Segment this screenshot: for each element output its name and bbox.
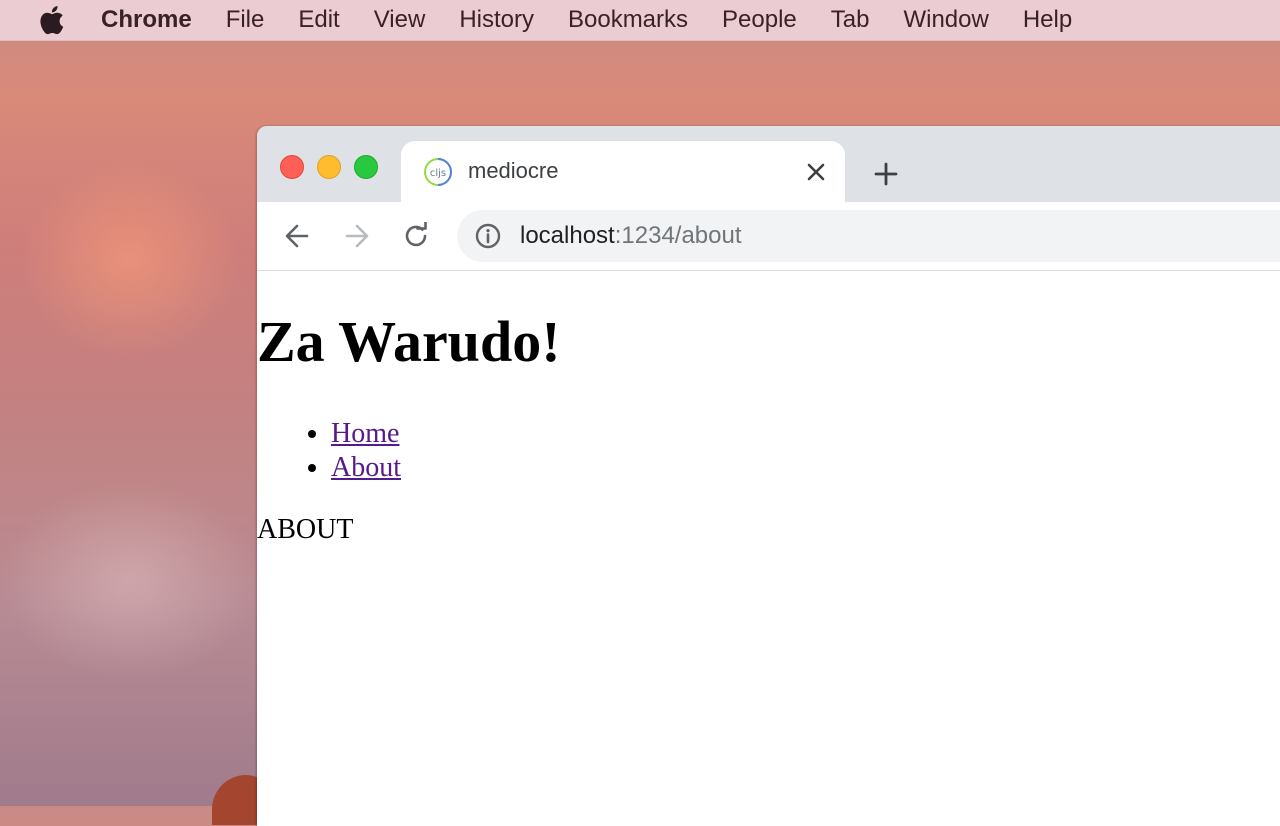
about-text: ABOUT [257,514,354,545]
browser-toolbar: localhost:1234/about [257,202,1280,271]
menu-edit[interactable]: Edit [281,6,356,34]
url-path: :1234/about [614,222,742,249]
site-info-icon[interactable] [475,223,501,249]
window-minimize-button[interactable] [317,155,341,179]
browser-window: cljs mediocre localhost:1234/about Za Wa… [257,126,1280,826]
menu-window[interactable]: Window [886,6,1005,34]
window-maximize-button[interactable] [354,155,378,179]
menu-file[interactable]: File [209,6,282,34]
menu-bookmarks[interactable]: Bookmarks [551,6,705,34]
home-link[interactable]: Home [331,418,399,449]
menu-app-name[interactable]: Chrome [84,6,209,34]
wallpaper-glow [20,160,240,360]
tab-strip: cljs mediocre [257,126,1280,202]
favicon-text: cljs [430,168,446,179]
window-close-button[interactable] [280,155,304,179]
apple-menu-icon[interactable] [36,5,66,35]
url-host: localhost [520,222,615,249]
back-arrow-icon[interactable] [280,219,314,253]
page-heading: Za Warudo! [257,309,561,374]
menu-help[interactable]: Help [1006,6,1089,34]
menu-history[interactable]: History [442,6,551,34]
tab-close-icon[interactable] [801,157,831,187]
menu-view[interactable]: View [357,6,443,34]
address-bar[interactable]: localhost:1234/about [457,210,1280,262]
page-content: Za Warudo! Home About ABOUT [257,271,1280,826]
menu-bar: Chrome File Edit View History Bookmarks … [0,0,1280,41]
reload-icon[interactable] [399,219,433,253]
url-text[interactable]: localhost:1234/about [520,222,742,250]
menu-people[interactable]: People [705,6,814,34]
about-link[interactable]: About [331,452,401,483]
menu-tab[interactable]: Tab [814,6,887,34]
cljs-favicon-icon: cljs [423,157,453,187]
page-nav-list: Home About [257,417,401,485]
active-tab[interactable]: cljs mediocre [401,141,845,202]
list-item: About [331,451,401,485]
list-item: Home [331,417,401,451]
forward-arrow-icon[interactable] [340,219,374,253]
new-tab-plus-icon[interactable] [869,157,903,191]
tab-title: mediocre [468,158,559,183]
wallpaper-haze [0,480,260,680]
